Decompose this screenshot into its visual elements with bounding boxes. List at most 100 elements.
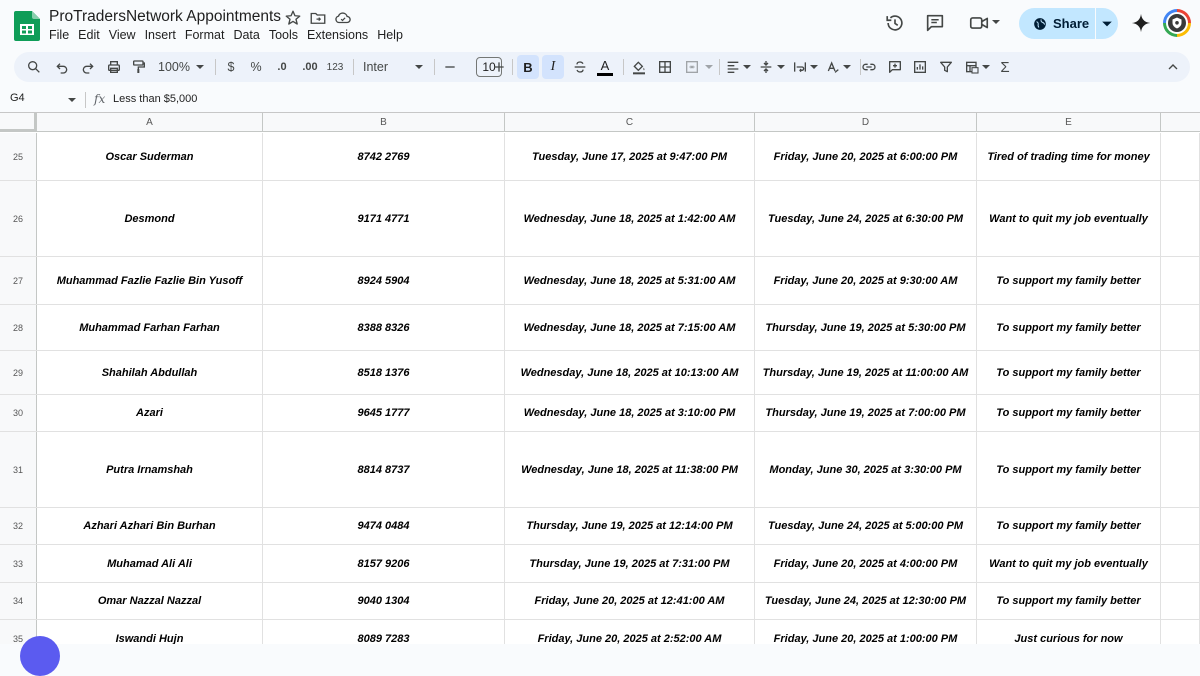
formula-input[interactable]: Less than $5,000 <box>113 93 197 105</box>
star-icon[interactable] <box>284 9 302 27</box>
valign-dropdown-icon[interactable] <box>776 62 786 72</box>
cell-name[interactable]: Putra Irnamshah <box>37 432 263 507</box>
document-title[interactable]: ProTradersNetwork Appointments <box>49 8 281 26</box>
cell-phone[interactable]: 9645 1777 <box>263 395 505 431</box>
row-header[interactable]: 33 <box>0 545 37 582</box>
cell-reason[interactable]: Tired of trading time for money <box>977 133 1161 180</box>
cell-empty[interactable] <box>1161 620 1200 644</box>
cell-appointment[interactable]: Tuesday, June 24, 2025 at 5:00:00 PM <box>755 508 977 544</box>
merge-dropdown-icon[interactable] <box>704 62 714 72</box>
move-folder-icon[interactable] <box>309 9 327 27</box>
cell-phone[interactable]: 8814 8737 <box>263 432 505 507</box>
cell-appointment[interactable]: Monday, June 30, 2025 at 3:30:00 PM <box>755 432 977 507</box>
paint-format-button[interactable] <box>127 52 151 82</box>
print-button[interactable] <box>102 52 126 82</box>
help-fab-button[interactable] <box>20 636 60 676</box>
share-main[interactable]: Share <box>1019 8 1095 39</box>
meet-video-icon[interactable] <box>968 12 990 34</box>
fill-color-button[interactable] <box>628 52 650 82</box>
cell-phone[interactable]: 8157 9206 <box>263 545 505 582</box>
cell-empty[interactable] <box>1161 351 1200 394</box>
text-rotation-button[interactable] <box>822 52 844 82</box>
cell-name[interactable]: Azari <box>37 395 263 431</box>
cell-reason[interactable]: To support my family better <box>977 395 1161 431</box>
name-box[interactable]: G4 <box>10 92 25 104</box>
menu-file[interactable]: File <box>49 28 78 44</box>
row-header[interactable]: 26 <box>0 181 37 256</box>
column-header-e[interactable]: E <box>977 113 1161 132</box>
column-header-d[interactable]: D <box>755 113 977 132</box>
cell-reason[interactable]: To support my family better <box>977 432 1161 507</box>
decrease-decimal-button[interactable]: .0 <box>270 52 294 82</box>
cell-submitted[interactable]: Thursday, June 19, 2025 at 7:31:00 PM <box>505 545 755 582</box>
cell-name[interactable]: Oscar Suderman <box>37 133 263 180</box>
cell-submitted[interactable]: Friday, June 20, 2025 at 2:52:00 AM <box>505 620 755 644</box>
increase-font-size-button[interactable] <box>491 52 507 82</box>
filter-views-button[interactable] <box>961 52 983 82</box>
cell-reason[interactable]: To support my family better <box>977 508 1161 544</box>
menu-format[interactable]: Format <box>185 28 234 44</box>
filter-views-dropdown-icon[interactable] <box>981 62 991 72</box>
cell-empty[interactable] <box>1161 305 1200 350</box>
cell-empty[interactable] <box>1161 432 1200 507</box>
undo-button[interactable] <box>50 52 74 82</box>
insert-comment-button[interactable] <box>884 52 906 82</box>
column-header-c[interactable]: C <box>505 113 755 132</box>
cell-submitted[interactable]: Tuesday, June 17, 2025 at 9:47:00 PM <box>505 133 755 180</box>
cell-phone[interactable]: 8742 2769 <box>263 133 505 180</box>
cell-name[interactable]: Omar Nazzal Nazzal <box>37 583 263 619</box>
cell-appointment[interactable]: Friday, June 20, 2025 at 4:00:00 PM <box>755 545 977 582</box>
cell-empty[interactable] <box>1161 395 1200 431</box>
cell-phone[interactable]: 8924 5904 <box>263 257 505 304</box>
cell-name[interactable]: Muhammad Fazlie Fazlie Bin Yusoff <box>37 257 263 304</box>
cell-appointment[interactable]: Tuesday, June 24, 2025 at 12:30:00 PM <box>755 583 977 619</box>
cell-submitted[interactable]: Wednesday, June 18, 2025 at 1:42:00 AM <box>505 181 755 256</box>
cell-appointment[interactable]: Friday, June 20, 2025 at 6:00:00 PM <box>755 133 977 180</box>
increase-decimal-button[interactable]: .00 <box>297 52 323 82</box>
cell-empty[interactable] <box>1161 545 1200 582</box>
share-dropdown-icon[interactable] <box>1101 18 1113 30</box>
cell-name[interactable]: Desmond <box>37 181 263 256</box>
text-wrapping-button[interactable] <box>789 52 811 82</box>
cell-phone[interactable]: 8388 8326 <box>263 305 505 350</box>
column-header-a[interactable]: A <box>37 113 263 132</box>
percent-format-button[interactable]: % <box>247 52 265 82</box>
cell-empty[interactable] <box>1161 133 1200 180</box>
search-menus-button[interactable] <box>22 52 46 82</box>
font-dropdown-icon[interactable] <box>414 62 424 72</box>
share-button[interactable]: Share <box>1019 8 1118 39</box>
text-color-button[interactable]: A <box>594 52 616 82</box>
meet-dropdown-icon[interactable] <box>991 17 1001 27</box>
row-header[interactable]: 34 <box>0 583 37 619</box>
cell-reason[interactable]: Just curious for now <box>977 620 1161 644</box>
borders-button[interactable] <box>654 52 676 82</box>
cell-name[interactable]: Muhamad Ali Ali <box>37 545 263 582</box>
create-filter-button[interactable] <box>935 52 957 82</box>
cell-empty[interactable] <box>1161 181 1200 256</box>
cell-appointment[interactable]: Thursday, June 19, 2025 at 7:00:00 PM <box>755 395 977 431</box>
cell-reason[interactable]: To support my family better <box>977 257 1161 304</box>
gemini-spark-icon[interactable] <box>1130 12 1152 34</box>
menu-view[interactable]: View <box>109 28 145 44</box>
cell-empty[interactable] <box>1161 508 1200 544</box>
bold-button[interactable]: B <box>517 55 539 79</box>
version-history-icon[interactable] <box>884 12 906 34</box>
menu-insert[interactable]: Insert <box>145 28 185 44</box>
italic-button[interactable]: I <box>542 55 564 79</box>
strikethrough-button[interactable] <box>569 52 591 82</box>
cell-appointment[interactable]: Thursday, June 19, 2025 at 5:30:00 PM <box>755 305 977 350</box>
insert-link-button[interactable] <box>858 52 880 82</box>
cell-phone[interactable]: 9040 1304 <box>263 583 505 619</box>
cell-reason[interactable]: To support my family better <box>977 351 1161 394</box>
cell-name[interactable]: Iswandi Hujn <box>37 620 263 644</box>
cell-name[interactable]: Azhari Azhari Bin Burhan <box>37 508 263 544</box>
row-header[interactable]: 27 <box>0 257 37 304</box>
menu-edit[interactable]: Edit <box>78 28 109 44</box>
row-header[interactable]: 30 <box>0 395 37 431</box>
zoom-select[interactable]: 100% <box>154 52 194 82</box>
cell-empty[interactable] <box>1161 257 1200 304</box>
redo-button[interactable] <box>76 52 100 82</box>
row-header[interactable]: 28 <box>0 305 37 350</box>
cell-appointment[interactable]: Friday, June 20, 2025 at 9:30:00 AM <box>755 257 977 304</box>
decrease-font-size-button[interactable] <box>442 52 458 82</box>
